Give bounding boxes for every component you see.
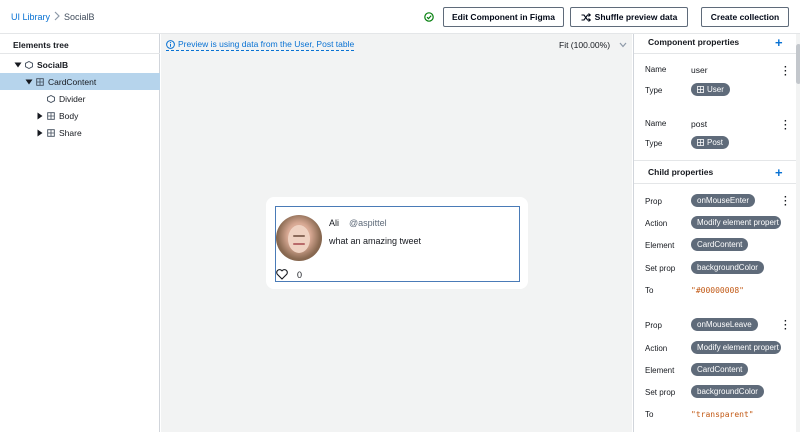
add-component-property-button[interactable]: + xyxy=(775,36,783,49)
property-type-pill[interactable]: Post xyxy=(691,136,730,149)
tree-item-label: Body xyxy=(59,110,79,121)
property-type-label: Type xyxy=(645,139,663,148)
tree-item-cardcontent[interactable]: CardContent xyxy=(0,73,160,90)
child-element-pill[interactable]: CardContent xyxy=(691,238,749,251)
elements-tree-panel: Elements tree SocialB CardContent Divide… xyxy=(0,34,160,432)
elements-tree-title: Elements tree xyxy=(13,40,69,50)
tweet-text: what an amazing tweet xyxy=(329,236,422,246)
heart-icon[interactable] xyxy=(276,269,288,280)
child-to-label: To xyxy=(645,286,654,295)
divider xyxy=(634,53,796,54)
property-name-label: Name xyxy=(645,119,667,128)
edit-in-figma-label: Edit Component in Figma xyxy=(452,12,555,22)
component-icon xyxy=(25,60,33,69)
edit-in-figma-button[interactable]: Edit Component in Figma xyxy=(443,7,564,27)
child-setprop-pill[interactable]: backgroundColor xyxy=(691,261,764,274)
author-name: Ali xyxy=(329,218,340,228)
child-element-label: Element xyxy=(645,366,675,375)
zoom-select[interactable]: Fit (100.00%) xyxy=(559,40,610,50)
property-type-label: Type xyxy=(645,86,663,95)
create-collection-label: Create collection xyxy=(710,12,780,22)
tree-item-socialb[interactable]: SocialB xyxy=(0,56,160,73)
tree-item-share[interactable]: Share xyxy=(0,124,160,141)
caret-right-icon[interactable] xyxy=(36,129,44,137)
child-action-label: Action xyxy=(645,219,668,228)
breadcrumb-current: SocialB xyxy=(64,12,95,22)
child-setprop-label: Set prop xyxy=(645,264,676,273)
author-handle: @aspittel xyxy=(349,218,387,228)
tree-item-label: Divider xyxy=(59,93,86,104)
preview-card-wrapper: Ali @aspittel what an amazing tweet 0 xyxy=(266,197,528,289)
property-type-value: Post xyxy=(707,138,724,147)
child-prop-label: Prop xyxy=(645,197,662,206)
property-type-pill[interactable]: User xyxy=(691,83,730,96)
caret-down-icon[interactable] xyxy=(25,78,33,86)
avatar xyxy=(276,215,322,261)
child-prop-label: Prop xyxy=(645,321,662,330)
chevron-right-icon xyxy=(54,11,60,21)
child-action-pill[interactable]: Modify element propert xyxy=(691,216,781,229)
tree-item-body[interactable]: Body xyxy=(0,107,160,124)
divider xyxy=(0,53,160,54)
preview-canvas: Preview is using data from the User, Pos… xyxy=(161,34,632,432)
divider xyxy=(634,183,796,184)
like-count: 0 xyxy=(297,270,303,280)
table-icon xyxy=(697,86,704,93)
grid-icon xyxy=(36,77,44,86)
child-element-label: Element xyxy=(645,241,675,250)
child-to-label: To xyxy=(645,410,654,419)
shuffle-preview-label: Shuffle preview data xyxy=(594,12,678,22)
scrollbar[interactable] xyxy=(796,34,800,432)
child-prop-pill[interactable]: onMouseLeave xyxy=(691,318,758,331)
social-card[interactable]: Ali @aspittel what an amazing tweet 0 xyxy=(275,206,520,282)
child-action-label: Action xyxy=(645,344,668,353)
child-element-pill[interactable]: CardContent xyxy=(691,363,749,376)
child-to-value[interactable]: "#00000008" xyxy=(691,286,744,295)
more-options-icon[interactable]: · · · xyxy=(784,63,788,81)
tree-item-divider[interactable]: Divider xyxy=(0,90,160,107)
child-to-value[interactable]: "transparent" xyxy=(691,410,754,419)
child-setprop-label: Set prop xyxy=(645,388,676,397)
chevron-down-icon[interactable] xyxy=(619,42,627,48)
shuffle-preview-button[interactable]: Shuffle preview data xyxy=(570,7,688,27)
tree-item-label: SocialB xyxy=(37,59,69,70)
more-options-icon[interactable]: · · · xyxy=(784,193,788,211)
child-setprop-pill[interactable]: backgroundColor xyxy=(691,385,764,398)
add-child-property-button[interactable]: + xyxy=(775,166,783,179)
child-prop-pill[interactable]: onMouseEnter xyxy=(691,194,756,207)
child-action-pill[interactable]: Modify element propert xyxy=(691,341,781,354)
preview-note-text: Preview is using data from the User, Pos… xyxy=(178,39,355,49)
property-type-value: User xyxy=(707,85,724,94)
component-properties-title: Component properties xyxy=(648,37,740,47)
shuffle-icon xyxy=(581,12,591,22)
grid-icon xyxy=(47,111,55,120)
properties-panel: Component properties + Name user · · · Typ… xyxy=(633,34,800,432)
property-name-label: Name xyxy=(645,65,667,74)
child-properties-title: Child properties xyxy=(648,167,714,177)
grid-icon xyxy=(47,128,55,137)
property-name-value: post xyxy=(691,119,708,129)
tree-item-label: Share xyxy=(59,127,82,138)
component-icon xyxy=(47,94,55,103)
more-options-icon[interactable]: · · · xyxy=(784,317,788,335)
divider xyxy=(634,160,796,161)
top-bar: UI Library SocialB Edit Component in Fig… xyxy=(0,0,800,34)
property-name-value: user xyxy=(691,65,708,75)
info-icon xyxy=(166,39,175,49)
caret-right-icon[interactable] xyxy=(36,112,44,120)
success-check-icon xyxy=(424,12,434,22)
breadcrumb-ui-library[interactable]: UI Library xyxy=(11,12,50,22)
table-icon xyxy=(697,139,704,146)
create-collection-button[interactable]: Create collection xyxy=(701,7,789,27)
scrollbar-thumb[interactable] xyxy=(796,44,800,84)
tree-item-label: CardContent xyxy=(48,76,97,87)
caret-down-icon[interactable] xyxy=(14,61,22,69)
preview-data-note[interactable]: Preview is using data from the User, Pos… xyxy=(166,39,355,51)
more-options-icon[interactable]: · · · xyxy=(784,117,788,135)
